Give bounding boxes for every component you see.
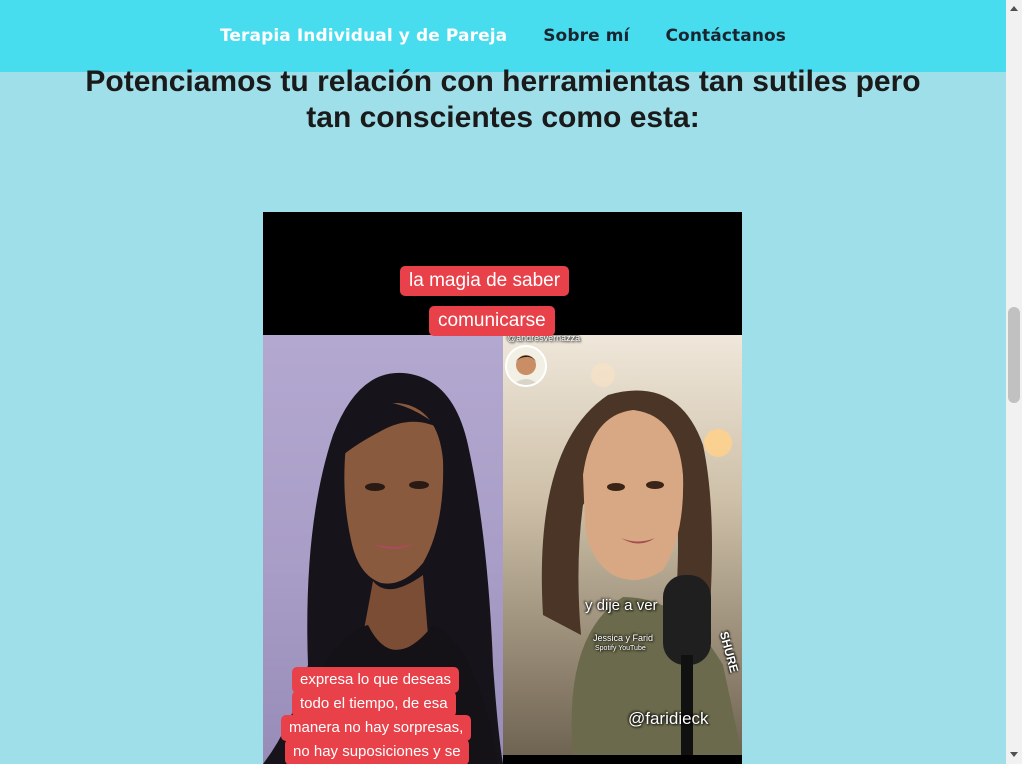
page: Terapia Individual y de Pareja Sobre mí … [0,0,1006,764]
left-subtitle-line-2: todo el tiempo, de esa [292,691,456,717]
overlay-show-name: Jessica y Farid [593,633,654,643]
scroll-up-arrow-icon[interactable] [1010,6,1018,11]
video-right-panel: @andresvernazza y dije a ver Jessica y F… [503,335,742,755]
nav-link-contactanos[interactable]: Contáctanos [665,26,786,46]
scrollbar-thumb[interactable] [1008,307,1020,403]
video-player[interactable]: @andresvernazza y dije a ver Jessica y F… [263,212,742,764]
top-navbar: Terapia Individual y de Pareja Sobre mí … [0,0,1006,72]
left-subtitle-line-1: expresa lo que deseas [292,667,459,693]
avatar-face-icon [513,355,539,385]
video-caption-line-2: comunicarse [429,306,555,336]
scroll-down-arrow-icon[interactable] [1010,752,1018,757]
overlay-handle-top: @andresvernazza [507,335,581,343]
podcast-guest-image [541,363,742,755]
avatar [505,345,547,387]
left-subtitle-line-3: manera no hay sorpresas, [281,715,472,741]
nav-link-terapia[interactable]: Terapia Individual y de Pareja [220,26,507,46]
video-caption-line-1: la magia de saber [400,266,570,296]
overlay-platforms: Spotify YouTube [595,645,646,652]
nav-link-sobre-mi[interactable]: Sobre mí [543,26,629,46]
page-headline: Potenciamos tu relación con herramientas… [85,65,921,134]
left-subtitle-line-4: no hay suposiciones y se [285,739,469,764]
overlay-subtitle: y dije a ver [585,597,658,614]
overlay-handle-bottom: @faridieck [628,709,709,728]
vertical-scrollbar[interactable] [1006,0,1022,764]
